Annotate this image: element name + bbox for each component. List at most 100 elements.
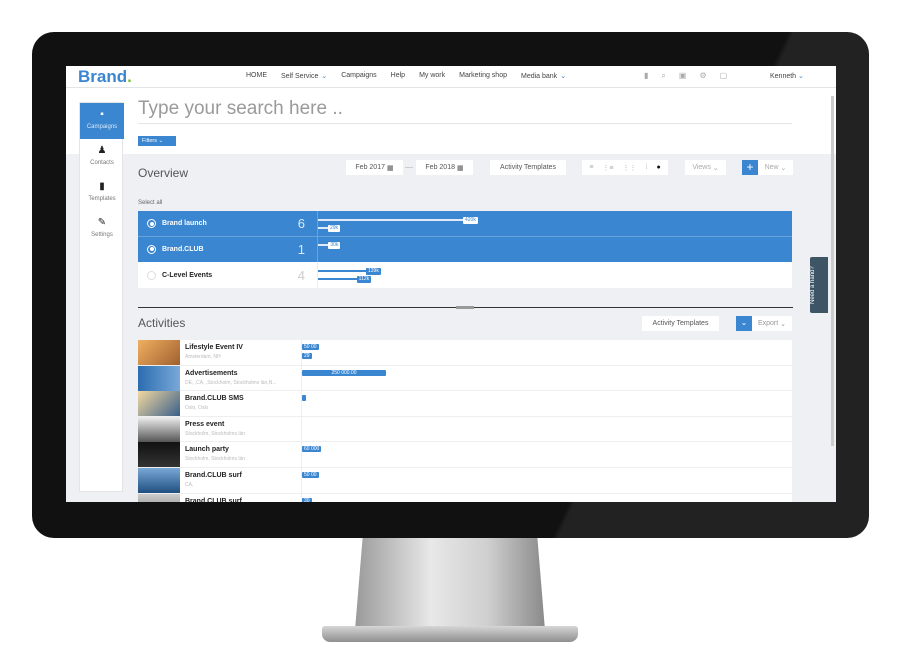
search-icon[interactable]: ⌕ <box>661 71 665 81</box>
activity-row[interactable]: Advertisements DE, ,CA, ,Stockholm, Stock… <box>138 365 792 392</box>
sidebar-item-campaigns[interactable]: ▪ Campaigns <box>80 103 124 139</box>
activity-name: Launch party <box>185 446 229 454</box>
monitor-stand <box>355 538 545 630</box>
chat-icon[interactable]: ▢ <box>720 71 728 81</box>
bar <box>318 226 328 229</box>
activity-location: Stockholm, Stockholms län <box>185 430 246 437</box>
activity-thumbnail <box>138 442 180 468</box>
tree-icon[interactable]: ⋮≡ <box>602 164 613 172</box>
filters-button[interactable]: Filters ⌄ <box>138 136 176 146</box>
activity-budget-bar <box>302 395 306 402</box>
inbox-icon[interactable]: ▣ <box>679 71 687 81</box>
bar-label: 30k <box>328 242 341 249</box>
grid-icon[interactable]: ⋮⋮ <box>623 164 637 172</box>
activity-row[interactable]: Brand.CLUB SMS Oslo, Oslo <box>138 391 792 417</box>
list-icon[interactable]: ≡ <box>589 164 593 171</box>
nav-item[interactable]: My work <box>419 72 445 80</box>
select-all-link[interactable]: Select all <box>138 200 162 206</box>
chevron-down-icon[interactable]: ⌄ <box>736 316 752 331</box>
calendar-icon: ▦ <box>386 164 394 172</box>
activity-budget-bar: 50 00 <box>302 472 319 478</box>
activity-name: Press event <box>185 420 225 428</box>
radio-button[interactable] <box>147 270 156 280</box>
activity-location: Amsterdam, NH <box>185 354 221 360</box>
activity-thumbnail <box>138 416 180 442</box>
activity-budget-bar: 29 <box>302 353 312 359</box>
document-icon: ▮ <box>99 181 105 192</box>
calendar-icon: ▦ <box>456 164 464 172</box>
view-mode-toolbar: ≡ ⋮≡ ⋮⋮ ⁞ ● <box>582 160 668 175</box>
date-to-picker[interactable]: Feb 2018 ▦ <box>416 160 473 175</box>
nav-item[interactable]: Self Service ⌄ <box>281 72 327 80</box>
bar-label: 29k <box>328 224 341 232</box>
activity-thumbnail <box>138 468 180 493</box>
sidebar-item-settings[interactable]: ✎ Settings <box>80 211 124 247</box>
date-from-picker[interactable]: Feb 2017 ▦ <box>346 160 403 175</box>
sidebar-item-label: Campaigns <box>86 124 118 130</box>
nav-item[interactable]: Help <box>391 72 405 80</box>
activity-templates-button[interactable]: Activity Templates <box>490 160 566 175</box>
new-dropdown[interactable]: New ⌄ <box>758 160 793 175</box>
campaign-row[interactable]: C-Level Events 4 139k 112k <box>138 262 792 288</box>
activity-location: DE, ,CA, ,Stockholm, Stockholms län,N... <box>185 379 277 386</box>
bar-label: 420k <box>463 216 478 224</box>
activity-name: Lifestyle Event IV <box>185 344 243 351</box>
chevron-down-icon: ⌄ <box>321 73 328 80</box>
sidebar-item-label: Settings <box>91 232 113 238</box>
activity-row[interactable]: Lifestyle Event IV Amsterdam, NH 50 00 29 <box>138 340 792 366</box>
activities-title: Activities <box>138 316 186 330</box>
scrollbar[interactable] <box>831 96 834 446</box>
radio-button[interactable] <box>147 219 156 228</box>
help-tab[interactable]: Need a hand? <box>810 257 828 313</box>
activity-budget-bar: 50 00 <box>302 344 319 350</box>
main-nav: HOME Self Service ⌄ Campaigns Help My work Mar… <box>246 72 566 80</box>
activity-name: Advertisements <box>185 369 238 377</box>
bar <box>318 244 329 246</box>
campaign-count: 6 <box>297 216 305 231</box>
nav-item[interactable]: HOME <box>246 72 267 80</box>
chart-icon[interactable]: ⁞ <box>646 164 648 171</box>
campaign-row[interactable]: Brand launch 6 420k 29k <box>138 210 792 237</box>
activity-name: Brand.CLUB surf <box>185 472 242 479</box>
document-icon[interactable]: ▮ <box>644 71 648 81</box>
activity-row[interactable]: Brand.CLUB surf CA, 50 00 <box>138 468 792 494</box>
chevron-down-icon: ⌄ <box>798 73 804 80</box>
bar <box>318 218 463 221</box>
activity-row[interactable]: Launch party Stockholm, Stockholms län 60 … <box>138 442 792 468</box>
activity-thumbnail <box>138 391 180 417</box>
activity-location: Stockholm, Stockholms län <box>185 456 246 463</box>
activity-thumbnail <box>138 365 180 391</box>
sidebar-item-templates[interactable]: ▮ Templates <box>80 175 124 211</box>
sidebar-item-label: Contacts <box>90 160 114 166</box>
bar <box>318 278 357 280</box>
bar-label: 112k <box>356 276 372 283</box>
views-dropdown[interactable]: Views ⌄ <box>685 160 726 175</box>
user-menu[interactable]: Kenneth ⌄ <box>770 72 804 80</box>
gear-icon[interactable]: ⚙ <box>699 71 706 81</box>
activity-thumbnail <box>138 340 180 365</box>
divider <box>138 123 792 124</box>
sidebar-item-label: Templates <box>88 196 116 202</box>
person-icon: ♟ <box>97 145 107 156</box>
campaign-row[interactable]: Brand.CLUB 1 30k <box>138 236 792 263</box>
add-button[interactable]: + <box>742 160 758 175</box>
activity-templates-button[interactable]: Activity Templates <box>642 316 719 331</box>
activity-budget-bar: 30 <box>302 497 312 502</box>
brand-logo[interactable]: Brand. <box>78 67 132 87</box>
nav-item[interactable]: Media bank ⌄ <box>521 72 566 80</box>
date-separator <box>405 167 413 168</box>
activity-location: CA, <box>185 482 194 488</box>
activity-row[interactable]: Brand.CLUB surf 30 <box>138 493 792 502</box>
dollar-icon[interactable]: ● <box>656 164 660 171</box>
search-input[interactable]: Type your search here .. <box>138 98 343 120</box>
nav-item[interactable]: Marketing shop <box>459 72 507 80</box>
resize-handle[interactable] <box>456 306 474 309</box>
nav-item[interactable]: Campaigns <box>341 72 376 80</box>
radio-button[interactable] <box>147 244 156 254</box>
app-screen: Brand. HOME Self Service ⌄ Campaigns Help My … <box>66 66 836 502</box>
activity-row[interactable]: Press event Stockholm, Stockholms län <box>138 416 792 443</box>
monitor-base <box>322 626 578 642</box>
export-dropdown[interactable]: Export ⌄ <box>752 316 792 331</box>
activity-budget-bar: 250 000.00 <box>302 369 386 376</box>
sidebar-item-contacts[interactable]: ♟ Contacts <box>80 139 124 175</box>
